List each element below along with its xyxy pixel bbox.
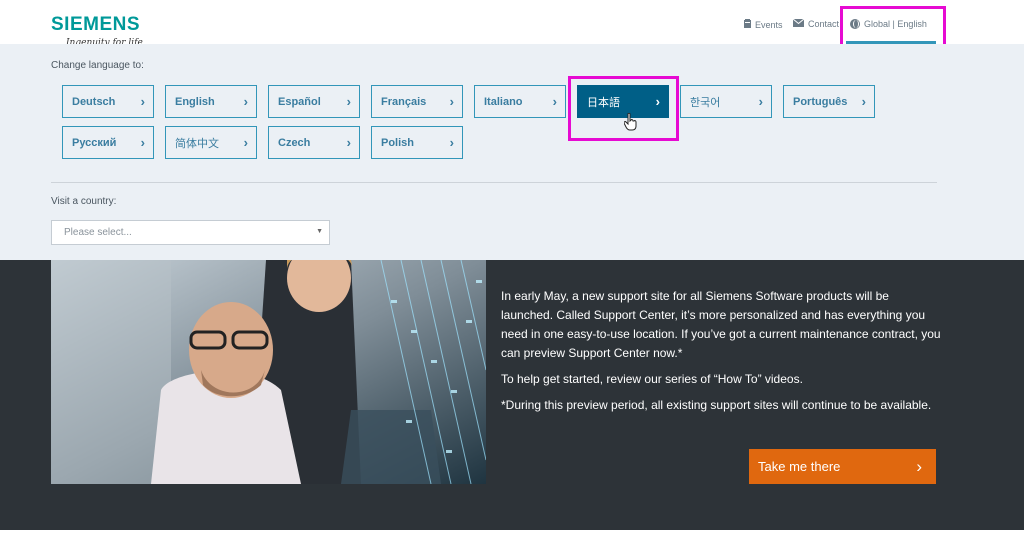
highlight-box-language [840, 6, 946, 49]
language-label: Polish [381, 136, 415, 149]
promo-photo [51, 260, 486, 484]
language-label: Français [381, 95, 427, 108]
language-label: Czech [278, 136, 311, 149]
country-select[interactable]: Please select... ▼ [51, 220, 330, 245]
language-button-korean[interactable]: 한국어 › [680, 85, 772, 118]
caret-down-icon: ▼ [316, 228, 323, 235]
nav-contact[interactable]: Contact [792, 18, 840, 29]
nav-events-label: Events [755, 19, 783, 30]
language-label: 한국어 [690, 96, 721, 109]
site-header: SIEMENS Ingenuity for life Events Contac… [0, 0, 1024, 49]
language-button-chinese[interactable]: 简体中文 › [165, 126, 257, 159]
language-label: Русский [72, 136, 117, 149]
chevron-right-icon: › [449, 94, 454, 109]
language-button-italiano[interactable]: Italiano › [474, 85, 566, 118]
promo-paragraph: *During this preview period, all existin… [501, 398, 932, 412]
tagline: Ingenuity for life [66, 38, 143, 44]
siemens-logo[interactable]: SIEMENS [51, 14, 140, 36]
language-label: Italiano [484, 95, 523, 108]
take-me-there-button[interactable]: Take me there › [749, 449, 936, 484]
promo-paragraph: To help get started, review our series o… [501, 372, 803, 386]
promo-text: In early May, a new support site for all… [501, 287, 941, 422]
chevron-right-icon: › [916, 456, 922, 476]
contact-icon [792, 18, 805, 29]
language-button-russian[interactable]: Русский › [62, 126, 154, 159]
language-button-espanol[interactable]: Español › [268, 85, 360, 118]
chevron-right-icon: › [140, 135, 145, 150]
visit-country-label: Visit a country: [51, 196, 117, 207]
chevron-right-icon: › [346, 94, 351, 109]
country-select-placeholder: Please select... [64, 227, 132, 238]
cta-label: Take me there [758, 459, 841, 474]
language-label: English [175, 95, 215, 108]
language-button-deutsch[interactable]: Deutsch › [62, 85, 154, 118]
change-language-label: Change language to: [51, 60, 144, 71]
chevron-right-icon: › [346, 135, 351, 150]
nav-events[interactable]: Events [744, 19, 783, 30]
chevron-right-icon: › [243, 135, 248, 150]
nav-contact-label: Contact [808, 19, 840, 29]
chevron-right-icon: › [552, 94, 557, 109]
chevron-right-icon: › [758, 94, 763, 109]
chevron-right-icon: › [243, 94, 248, 109]
language-label: 简体中文 [175, 137, 219, 150]
language-button-portugues[interactable]: Português › [783, 85, 875, 118]
panel-divider [51, 182, 937, 183]
language-label: Español [278, 95, 321, 108]
language-label: Português [793, 95, 848, 108]
language-label: Deutsch [72, 95, 116, 108]
pointer-cursor-icon [623, 112, 638, 136]
support-promo-section: In early May, a new support site for all… [0, 260, 1024, 530]
events-icon [744, 19, 751, 30]
chevron-right-icon: › [861, 94, 866, 109]
language-button-czech[interactable]: Czech › [268, 126, 360, 159]
chevron-right-icon: › [449, 135, 454, 150]
language-panel: Change language to: Deutsch › English › Es… [0, 44, 1024, 260]
language-button-francais[interactable]: Français › [371, 85, 463, 118]
promo-paragraph: In early May, a new support site for all… [501, 289, 941, 360]
language-button-polish[interactable]: Polish › [371, 126, 463, 159]
chevron-right-icon: › [140, 94, 145, 109]
language-button-english[interactable]: English › [165, 85, 257, 118]
